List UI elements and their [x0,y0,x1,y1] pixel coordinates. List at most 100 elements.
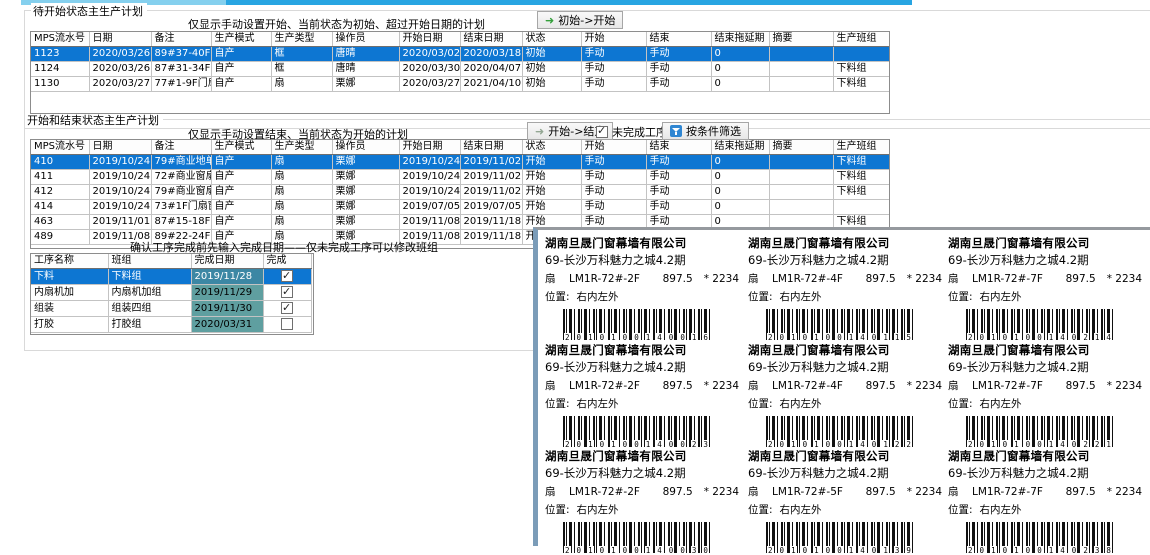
cell[interactable]: 初始 [522,47,581,62]
work-group-cell[interactable]: 下料组 [108,269,191,285]
cell[interactable]: 2019/11/02 [460,155,522,170]
column-header[interactable]: 备注 [151,32,211,47]
cell[interactable]: 手动 [646,62,711,77]
cell[interactable]: 下料组 [833,155,889,170]
done-checkbox[interactable] [281,318,293,330]
cell[interactable]: 0 [711,47,769,62]
cell[interactable]: 下料组 [833,185,889,200]
cell[interactable]: 412 [31,185,89,200]
cell[interactable]: 手动 [581,47,646,62]
column-header[interactable]: 生产模式 [211,32,271,47]
print-label[interactable]: 湖南旦晟门窗幕墙有限公司69-长沙万科魅力之城4.2期扇LM1R-72#-2F8… [545,235,741,335]
process-row[interactable]: 打胶打胶组2020/03/31 [31,317,311,333]
cell[interactable]: 2019/07/05 [399,200,460,215]
cell[interactable]: 2019/10/24 [399,155,460,170]
process-row[interactable]: 下料下料组2019/11/28 [31,269,311,285]
cell[interactable]: 87#15-18F窗扇 [151,215,211,230]
column-header[interactable]: 生产模式 [211,140,271,155]
cell[interactable] [769,155,833,170]
table-row[interactable]: 11242020/03/2687#31-34F门框自产框唐晴2020/03/30… [31,62,889,77]
cell[interactable]: 扇 [271,215,332,230]
print-label[interactable]: 湖南旦晟门窗幕墙有限公司69-长沙万科魅力之城4.2期扇LM1R-72#-7F8… [948,448,1144,548]
table-row[interactable]: 4102019/10/2479#商业地单...自产扇栗娜2019/10/2420… [31,155,889,170]
cell[interactable]: 1124 [31,62,89,77]
cell[interactable]: 1130 [31,77,89,92]
finish-date-cell[interactable]: 2020/03/31 [191,317,263,333]
cell[interactable]: 手动 [646,77,711,92]
column-header[interactable]: 生产类型 [271,140,332,155]
cell[interactable]: 87#31-34F门框 [151,62,211,77]
column-header[interactable]: 开始日期 [399,140,460,155]
finish-date-cell[interactable]: 2019/11/29 [191,285,263,301]
cell[interactable]: 0 [711,200,769,215]
cell[interactable]: 开始 [522,155,581,170]
cell[interactable]: 初始 [522,77,581,92]
cell[interactable]: 自产 [211,62,271,77]
column-header[interactable]: 开始日期 [399,32,460,47]
cell[interactable]: 栗娜 [332,77,399,92]
cell[interactable]: 2019/11/18 [460,215,522,230]
cell[interactable]: 0 [711,155,769,170]
init-to-start-button[interactable]: 初始->开始 [537,11,623,29]
work-group-cell[interactable]: 内扇机加组 [108,285,191,301]
cell[interactable]: 自产 [211,170,271,185]
cell[interactable]: 411 [31,170,89,185]
print-label[interactable]: 湖南旦晟门窗幕墙有限公司69-长沙万科魅力之城4.2期扇LM1R-72#-2F8… [545,342,741,442]
cell[interactable]: 框 [271,47,332,62]
table-row[interactable]: 11302020/03/2777#1-9F门扇自产扇栗娜2020/03/2720… [31,77,889,92]
cell[interactable]: 扇 [271,170,332,185]
cell[interactable]: 下料组 [833,62,889,77]
column-header[interactable]: 结束日期 [460,32,522,47]
work-group-cell[interactable]: 打胶组 [108,317,191,333]
cell[interactable]: 2019/10/24 [89,200,151,215]
cell[interactable]: 489 [31,230,89,245]
cell[interactable]: 扇 [271,155,332,170]
cell[interactable]: 开始 [522,170,581,185]
cell[interactable]: 扇 [271,185,332,200]
cell[interactable]: 2019/11/02 [460,170,522,185]
cell[interactable]: 自产 [211,200,271,215]
done-checkbox[interactable] [281,302,293,314]
cell[interactable]: 2020/03/30 [399,62,460,77]
cell[interactable]: 2020/03/27 [399,77,460,92]
column-header[interactable]: 完成 [263,254,311,269]
cell[interactable]: 2019/10/24 [89,155,151,170]
cell[interactable]: 自产 [211,215,271,230]
cell[interactable]: 2020/03/18 [460,47,522,62]
cell[interactable]: 下料组 [833,170,889,185]
print-label[interactable]: 湖南旦晟门窗幕墙有限公司69-长沙万科魅力之城4.2期扇LM1R-72#-5F8… [748,448,944,548]
finish-date-cell[interactable]: 2019/11/28 [191,269,263,285]
print-label[interactable]: 湖南旦晟门窗幕墙有限公司69-长沙万科魅力之城4.2期扇LM1R-72#-2F8… [545,448,741,548]
column-header[interactable]: 日期 [89,32,151,47]
column-header[interactable]: 生产类型 [271,32,332,47]
column-header[interactable]: 工序名称 [31,254,108,269]
cell[interactable]: 初始 [522,62,581,77]
column-header[interactable]: 操作员 [332,140,399,155]
work-group-cell[interactable]: 组装四组 [108,301,191,317]
column-header[interactable]: 结束 [646,140,711,155]
cell[interactable]: 唐晴 [332,47,399,62]
process-name-cell[interactable]: 内扇机加 [31,285,108,301]
print-label[interactable]: 湖南旦晟门窗幕墙有限公司69-长沙万科魅力之城4.2期扇LM1R-72#-4F8… [748,235,944,335]
cell[interactable]: 2019/11/08 [399,215,460,230]
cell[interactable] [769,170,833,185]
cell[interactable]: 72#商业窗扇 [151,170,211,185]
table-row[interactable]: 4122019/10/2479#商业窗扇自产扇栗娜2019/10/242019/… [31,185,889,200]
cell[interactable] [833,200,889,215]
unfinished-process-checkbox[interactable] [596,126,608,138]
column-header[interactable]: 状态 [522,140,581,155]
column-header[interactable]: 摘要 [769,32,833,47]
cell[interactable]: 1123 [31,47,89,62]
column-header[interactable]: 结束拖延期 [711,140,769,155]
finish-date-cell[interactable]: 2019/11/30 [191,301,263,317]
column-header[interactable]: 开始 [581,140,646,155]
cell[interactable]: 栗娜 [332,200,399,215]
cell[interactable]: 手动 [581,62,646,77]
column-header[interactable]: 摘要 [769,140,833,155]
cell[interactable] [769,200,833,215]
cell[interactable]: 手动 [646,200,711,215]
cell[interactable]: 2020/03/26 [89,47,151,62]
cell[interactable]: 463 [31,215,89,230]
cell[interactable]: 自产 [211,77,271,92]
cell[interactable]: 79#商业地单... [151,155,211,170]
